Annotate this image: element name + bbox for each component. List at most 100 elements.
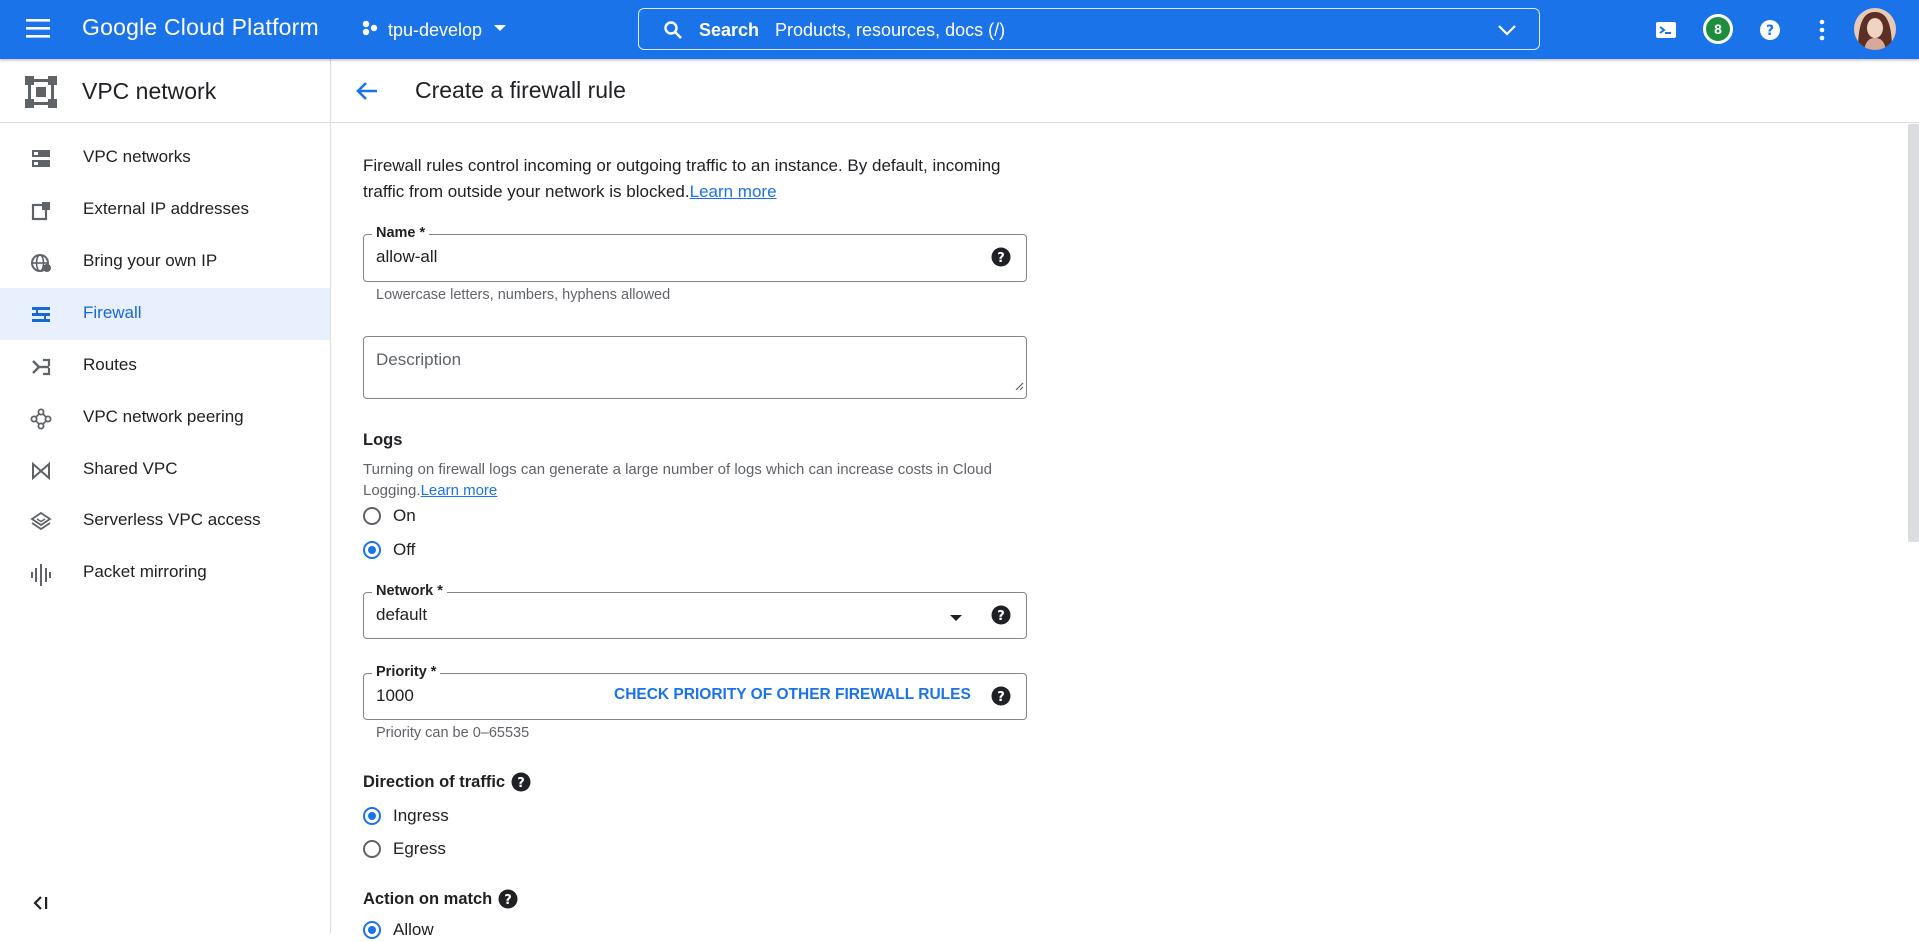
help-icon[interactable]: ? — [498, 889, 518, 909]
intro-text: Firewall rules control incoming or outgo… — [363, 153, 1023, 205]
sidebar-item-firewall[interactable]: Firewall — [0, 288, 330, 340]
radio-label: On — [393, 506, 416, 525]
logs-learn-more-link[interactable]: Learn more — [421, 482, 498, 499]
sidebar-item-serverless-vpc[interactable]: Serverless VPC access — [0, 495, 330, 547]
back-arrow-icon[interactable] — [353, 77, 381, 105]
routes-icon — [30, 356, 52, 378]
product-brand[interactable]: Google Cloud Platform — [82, 14, 319, 41]
logs-title: Logs — [363, 431, 403, 449]
radio-circle — [363, 807, 381, 825]
radio-label: Ingress — [393, 806, 449, 825]
logs-off-radio[interactable]: Off — [363, 538, 415, 562]
description-placeholder: Description — [376, 350, 462, 369]
notifications-badge[interactable]: 8 — [1703, 14, 1733, 44]
sidebar-item-routes[interactable]: Routes — [0, 340, 330, 392]
check-priority-button[interactable]: CHECK PRIORITY OF OTHER FIREWALL RULES — [614, 686, 971, 704]
sidebar-item-label: Routes — [83, 355, 137, 374]
shared-vpc-icon — [30, 460, 52, 482]
vpc-networks-icon — [30, 148, 52, 170]
action-title-row: Action on match ? — [363, 889, 518, 909]
radio-circle — [363, 541, 381, 559]
learn-more-link[interactable]: Learn more — [690, 182, 777, 201]
sidebar-item-vpc-peering[interactable]: VPC network peering — [0, 392, 330, 444]
sidebar-item-packet-mirroring[interactable]: Packet mirroring — [0, 547, 330, 599]
sidebar-title: VPC network — [82, 78, 217, 104]
search-placeholder: Products, resources, docs (/) — [775, 20, 1006, 40]
name-hint: Lowercase letters, numbers, hyphens allo… — [376, 287, 671, 303]
svg-text:?: ? — [997, 251, 1005, 266]
external-ip-icon — [30, 200, 52, 222]
radio-circle — [363, 507, 381, 525]
packet-mirroring-icon — [30, 563, 52, 586]
search-bar[interactable]: Search Products, resources, docs (/) — [638, 8, 1540, 50]
action-allow-radio[interactable]: Allow — [363, 918, 434, 942]
svg-text:?: ? — [517, 776, 525, 791]
resize-handle-icon[interactable] — [1014, 378, 1024, 396]
sidebar-item-label: VPC networks — [83, 147, 191, 166]
radio-label: Off — [393, 540, 416, 559]
project-icon — [360, 18, 380, 43]
search-expand-icon[interactable] — [1497, 22, 1517, 43]
radio-label: Egress — [393, 839, 446, 858]
direction-egress-radio[interactable]: Egress — [363, 837, 446, 861]
name-field[interactable]: Name * allow-all ? — [363, 225, 1027, 282]
help-icon[interactable]: ? — [991, 247, 1011, 267]
globe-icon — [30, 252, 52, 274]
network-select-value: default — [376, 605, 428, 624]
vpc-network-logo-icon — [22, 73, 60, 116]
help-icon[interactable]: ? — [991, 605, 1011, 625]
cloud-shell-icon[interactable] — [1650, 14, 1682, 46]
help-icon[interactable]: ? — [1754, 14, 1786, 46]
project-selector[interactable]: tpu-develop — [360, 15, 510, 45]
help-icon[interactable]: ? — [511, 772, 531, 792]
svg-text:?: ? — [1766, 23, 1774, 39]
sidebar-item-vpc-networks[interactable]: VPC networks — [0, 132, 330, 184]
peering-icon — [30, 408, 52, 430]
sidebar-item-label: VPC network peering — [83, 407, 244, 426]
sidebar-item-label: Shared VPC — [83, 459, 178, 478]
avatar[interactable] — [1854, 8, 1896, 50]
page-title: Create a firewall rule — [415, 77, 626, 103]
search-label: Search — [699, 20, 760, 40]
svg-text:?: ? — [997, 690, 1005, 705]
name-input-value[interactable]: allow-all — [376, 247, 437, 267]
sidebar-item-shared-vpc[interactable]: Shared VPC — [0, 444, 330, 496]
sidebar-item-label: External IP addresses — [83, 199, 249, 218]
description-field[interactable]: Description — [363, 336, 1027, 399]
sidebar-header: VPC network — [0, 59, 331, 123]
sidebar-item-byoip[interactable]: Bring your own IP — [0, 236, 330, 288]
sidebar: VPC network VPC networks External IP add… — [0, 59, 331, 933]
help-icon[interactable]: ? — [991, 686, 1011, 706]
logs-on-radio[interactable]: On — [363, 504, 416, 528]
scrollbar[interactable] — [1908, 124, 1919, 542]
network-select[interactable]: Network * default ? — [363, 583, 1027, 639]
top-app-bar: Google Cloud Platform tpu-develop Search… — [0, 0, 1919, 59]
action-title: Action on match — [363, 889, 493, 908]
main-menu-icon[interactable] — [24, 17, 56, 43]
project-name: tpu-develop — [388, 19, 483, 40]
radio-circle — [363, 921, 381, 939]
direction-title-row: Direction of traffic ? — [363, 772, 531, 792]
direction-title: Direction of traffic — [363, 772, 506, 791]
more-vert-icon[interactable] — [1806, 14, 1838, 46]
collapse-sidebar-icon[interactable] — [30, 891, 54, 915]
priority-hint: Priority can be 0–65535 — [376, 725, 530, 741]
direction-ingress-radio[interactable]: Ingress — [363, 804, 449, 828]
sidebar-item-label: Packet mirroring — [83, 562, 207, 581]
chevron-down-icon — [490, 18, 510, 43]
sidebar-item-label: Firewall — [83, 303, 142, 322]
search-icon — [663, 20, 683, 45]
sidebar-item-label: Serverless VPC access — [83, 510, 261, 529]
name-field-label: Name * — [372, 225, 430, 241]
priority-input-value[interactable]: 1000 — [376, 686, 414, 706]
priority-field-label: Priority * — [372, 664, 441, 680]
priority-field[interactable]: Priority * 1000 CHECK PRIORITY OF OTHER … — [363, 664, 1027, 720]
svg-text:?: ? — [504, 893, 512, 908]
network-field-label: Network * — [372, 583, 447, 599]
radio-label: Allow — [393, 920, 434, 939]
sidebar-item-label: Bring your own IP — [83, 251, 218, 270]
sidebar-item-external-ip[interactable]: External IP addresses — [0, 184, 330, 236]
firewall-icon — [30, 304, 52, 326]
dropdown-arrow-icon[interactable] — [949, 610, 963, 628]
radio-circle — [363, 840, 381, 858]
